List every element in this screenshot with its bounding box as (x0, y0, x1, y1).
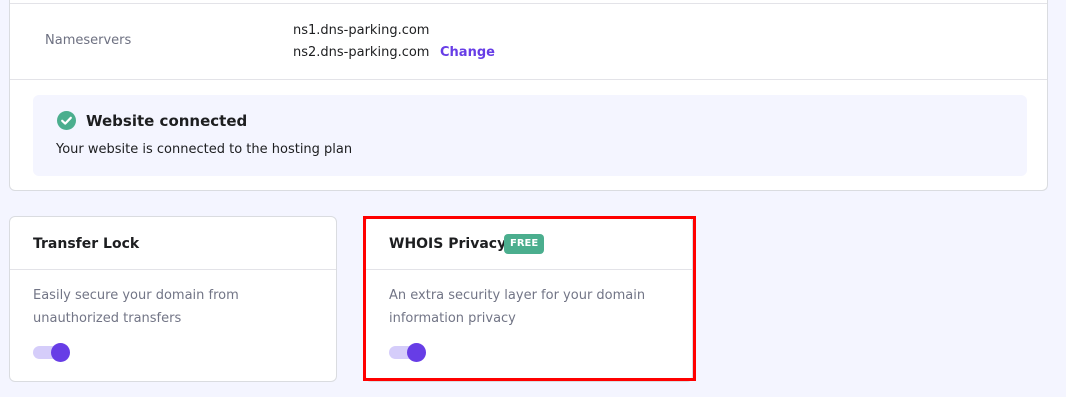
nameserver-2: ns2.dns-parking.com (293, 45, 430, 60)
toggle-knob (407, 343, 426, 362)
domain-details-card: Nameservers ns1.dns-parking.com ns2.dns-… (9, 0, 1048, 191)
whois-privacy-title: WHOIS Privacy (389, 236, 507, 252)
nameserver-1: ns1.dns-parking.com (293, 23, 430, 38)
transfer-lock-title: Transfer Lock (33, 236, 140, 252)
website-connected-title: Website connected (86, 112, 248, 130)
whois-privacy-card: WHOIS Privacy FREE An extra security lay… (365, 216, 693, 382)
transfer-lock-card: Transfer Lock Easily secure your domain … (9, 216, 337, 382)
website-connected-alert: Website connected Your website is connec… (33, 95, 1027, 176)
divider (366, 269, 692, 270)
nameservers-list: ns1.dns-parking.com ns2.dns-parking.com (293, 20, 429, 64)
nameservers-row: Nameservers ns1.dns-parking.com ns2.dns-… (10, 4, 1047, 79)
divider (10, 79, 1047, 80)
divider (10, 269, 336, 270)
website-connected-description: Your website is connected to the hosting… (56, 142, 353, 157)
nameservers-label: Nameservers (45, 33, 132, 48)
transfer-lock-description: Easily secure your domain from unauthori… (33, 288, 239, 326)
free-badge: FREE (504, 234, 545, 254)
whois-privacy-description: An extra security layer for your domain … (389, 288, 646, 326)
transfer-lock-toggle[interactable] (33, 343, 71, 362)
whois-privacy-toggle[interactable] (389, 343, 427, 362)
change-nameservers-link[interactable]: Change (440, 42, 495, 64)
toggle-knob (51, 343, 70, 362)
check-circle-icon (57, 111, 76, 130)
